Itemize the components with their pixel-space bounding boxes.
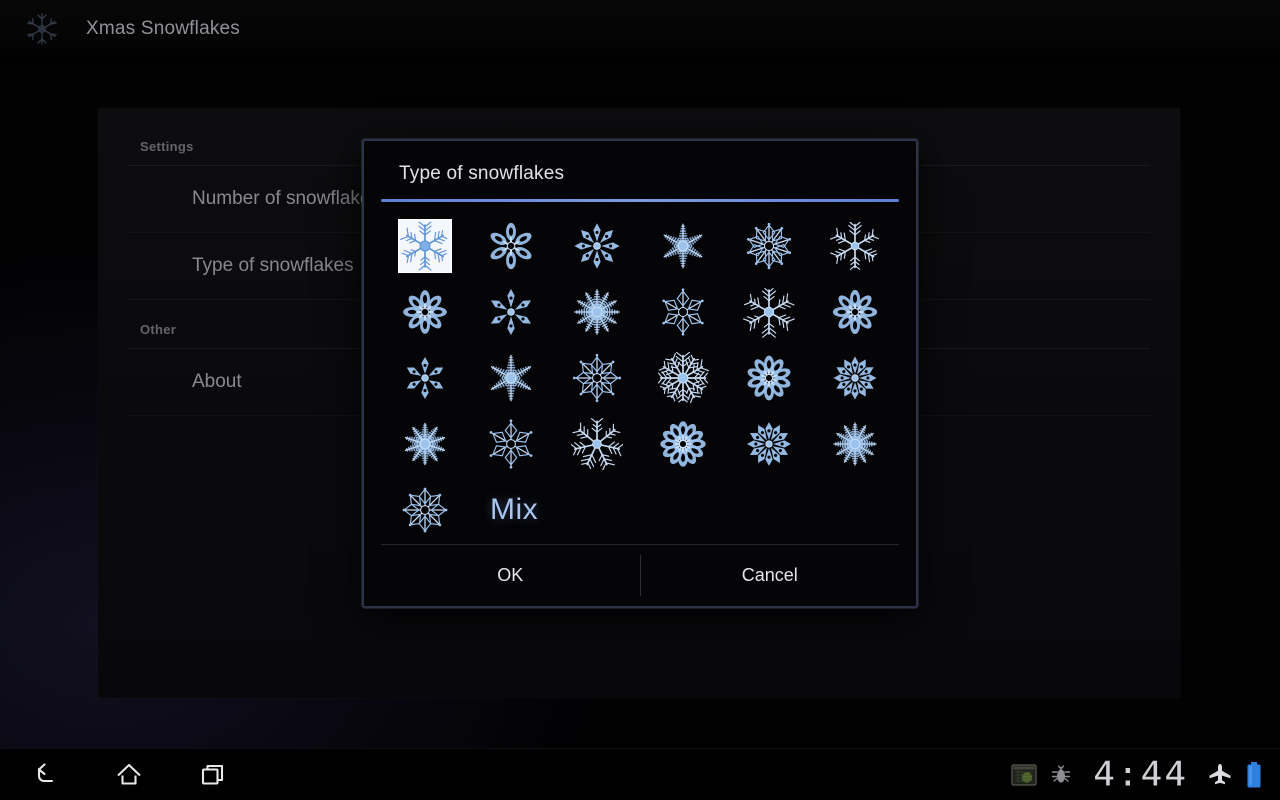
snowflake-option-24[interactable] [382,480,468,540]
snowflake-option-18[interactable] [382,414,468,474]
snowflake-dotted-disc [829,418,881,470]
snowflake-leafy-fern [399,352,451,404]
snowflake-option-6[interactable] [382,282,468,342]
snowflake-option-3[interactable] [640,216,726,276]
snowflake-ring-loop [571,220,623,272]
snowflake-skeletal-needle [657,286,709,338]
snowflake-dense-lace [829,352,881,404]
snowflake-option-17[interactable] [812,348,898,408]
dialog-title-area: Type of snowflakes [364,141,916,185]
snowflake-thin-star [485,220,537,272]
snowflake-spiky-crystal [743,286,795,338]
snowflake-option-10[interactable] [726,282,812,342]
snowflake-tangled-mesh [743,352,795,404]
type-of-snowflakes-dialog: Type of snowflakes Mix OK Cancel [362,139,918,608]
snowflake-classic-dendrite [399,220,451,272]
snowflake-option-13[interactable] [468,348,554,408]
snowflake-option-4[interactable] [726,216,812,276]
snowflake-option-7[interactable] [468,282,554,342]
snowflake-sunburst [571,286,623,338]
snowflake-option-0[interactable] [382,216,468,276]
back-arrow-icon[interactable] [22,752,68,798]
snowflake-option-1[interactable] [468,216,554,276]
snowflake-seven-point-star [571,418,623,470]
snowflake-option-14[interactable] [554,348,640,408]
cancel-button[interactable]: Cancel [641,545,900,606]
snowflake-option-20[interactable] [554,414,640,474]
snowflake-option-11[interactable] [812,282,898,342]
snowflake-chunky-six-arm [485,418,537,470]
dialog-title: Type of snowflakes [399,163,565,184]
snowflake-lace-rosette [829,286,881,338]
snowflake-fuzzy-bloom [657,220,709,272]
status-clock: 4:44 [1093,755,1188,794]
snowflake-twelve-point [743,418,795,470]
snowflake-option-22[interactable] [726,414,812,474]
ok-button[interactable]: OK [381,545,640,606]
mix-label: Mix [490,493,539,526]
snowflake-ten-point-star [743,220,795,272]
system-navigation-bar: 4:44 [0,748,1280,800]
dialog-button-bar: OK Cancel [381,544,899,606]
battery-icon[interactable] [1246,761,1262,789]
snowflake-radial-spokes [657,352,709,404]
snowflake-option-5[interactable] [812,216,898,276]
snowflake-option-12[interactable] [382,348,468,408]
nav-buttons [22,752,236,798]
snowflake-option-2[interactable] [554,216,640,276]
snowflake-option-mix[interactable]: Mix [468,480,898,540]
snowflake-option-21[interactable] [640,414,726,474]
snowflake-petal-ring [399,286,451,338]
snowflake-grid-wrap: Mix [364,202,916,544]
snowflake-bubble-ring [657,418,709,470]
snowflake-dotted-ring [485,286,537,338]
home-icon[interactable] [106,752,152,798]
usb-debug-icon[interactable] [1050,763,1072,787]
airplane-mode-icon[interactable] [1207,762,1233,788]
snowflake-bold-six-arm [829,220,881,272]
snowflake-option-19[interactable] [468,414,554,474]
recent-apps-icon[interactable] [190,752,236,798]
snowflake-option-9[interactable] [640,282,726,342]
snowflake-option-23[interactable] [812,414,898,474]
status-icons: 4:44 [1011,754,1262,795]
snowflake-grid: Mix [382,216,898,540]
snowflake-spoke-halo [399,484,451,536]
screenshot-icon[interactable] [1011,763,1037,786]
snowflake-burst-plume [485,352,537,404]
snowflake-scalloped-medallion [399,418,451,470]
snowflake-geometric-web [571,352,623,404]
snowflake-option-15[interactable] [640,348,726,408]
snowflake-option-16[interactable] [726,348,812,408]
snowflake-option-8[interactable] [554,282,640,342]
